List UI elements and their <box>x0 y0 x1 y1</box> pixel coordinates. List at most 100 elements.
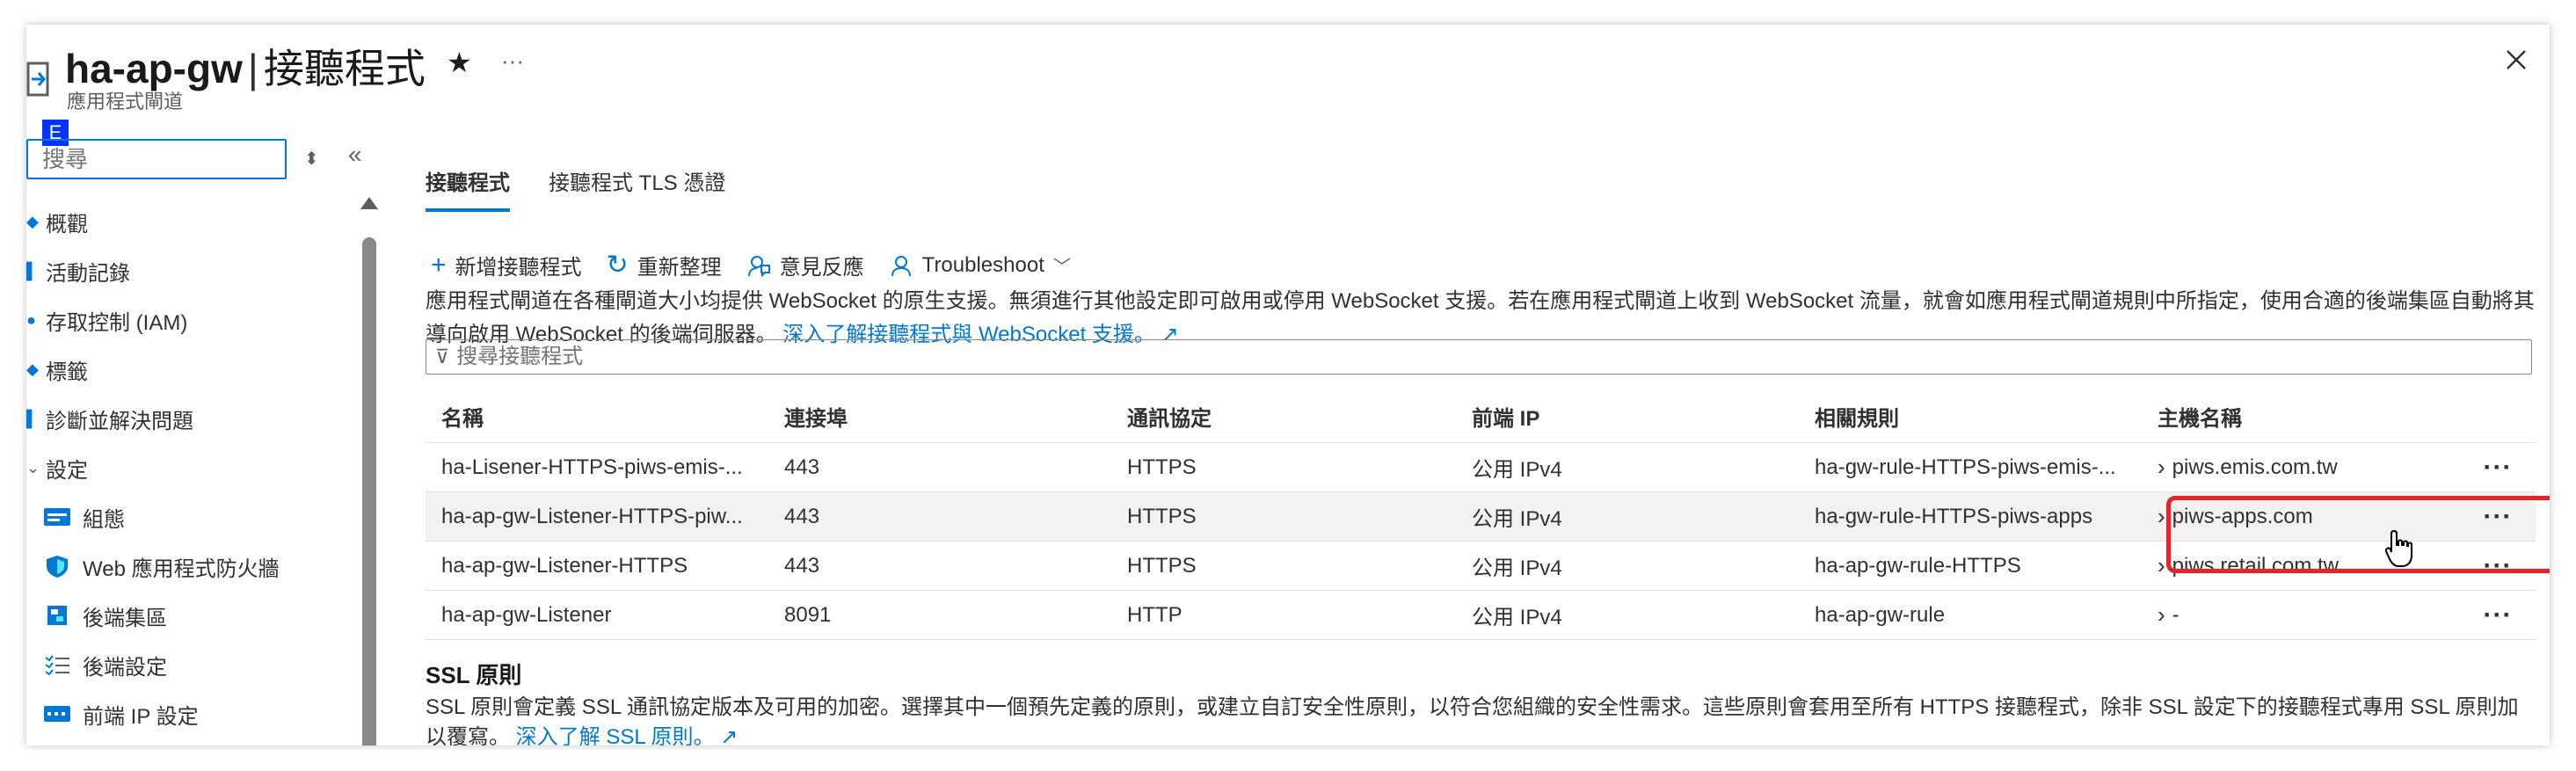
waf-shield-icon <box>47 556 68 578</box>
title-separator: | <box>247 46 258 91</box>
ssl-link-text: 深入了解 SSL 原則。 <box>515 725 715 746</box>
settings-section-icon: ⌄ <box>26 458 40 476</box>
column-header-rule[interactable]: 相關規則 <box>1799 401 2142 432</box>
scroll-up-icon[interactable] <box>360 197 378 209</box>
host-name: - <box>2172 602 2179 627</box>
sidebar-item-label: 前端 IP 設定 <box>83 704 199 729</box>
listener-search-input[interactable] <box>456 345 2531 369</box>
add-listener-button[interactable]: + 新增接聽程式 <box>431 250 582 280</box>
sidebar-item-activity-log[interactable]: ▌ 活動記錄 <box>26 246 360 295</box>
external-link-icon: ↗ <box>720 725 739 746</box>
column-header-port[interactable]: 連接埠 <box>768 401 1111 432</box>
sidebar-item-label: 存取控制 (IAM) <box>46 310 188 335</box>
cell-host: › piws.retail.com.tw <box>2142 552 2467 579</box>
sidebar-item-tags[interactable]: ◆ 標籤 <box>26 345 360 394</box>
host-name: piws.retail.com.tw <box>2172 553 2340 578</box>
sidebar-search-input[interactable] <box>42 145 285 173</box>
close-icon[interactable] <box>2500 44 2532 76</box>
overview-icon: ◆ <box>26 212 39 230</box>
row-more-button[interactable]: ··· <box>2467 553 2520 579</box>
sidebar-item-backend-settings[interactable]: 後端設定 <box>26 640 360 689</box>
cell-host: › piws-apps.com <box>2142 503 2467 530</box>
tab-listener-tls-certificates[interactable]: 接聽程式 TLS 憑證 <box>549 165 725 212</box>
table-row[interactable]: ha-ap-gw-Listener-HTTPS 443 HTTPS 公用 IPv… <box>426 542 2536 591</box>
troubleshoot-label: Troubleshoot <box>921 252 1044 277</box>
sidebar-item-waf[interactable]: Web 應用程式防火牆 <box>26 542 360 591</box>
cell-name[interactable]: ha-ap-gw-Listener-HTTPS <box>426 554 768 578</box>
cell-host: › piws.emis.com.tw <box>2142 454 2467 481</box>
chevron-right-icon[interactable]: › <box>2158 601 2165 629</box>
column-header-frontend-ip[interactable]: 前端 IP <box>1456 401 1799 432</box>
cell-rule[interactable]: ha-gw-rule-HTTPS-piws-apps <box>1799 505 2142 529</box>
frontend-ip-icon <box>44 706 70 722</box>
sidebar-item-label: 後端集區 <box>83 606 167 630</box>
star-icon[interactable]: ★ <box>447 46 472 79</box>
host-name: piws-apps.com <box>2172 504 2313 528</box>
row-more-button[interactable]: ··· <box>2467 602 2520 629</box>
sidebar-item-frontend-ip[interactable]: 前端 IP 設定 <box>26 689 360 738</box>
table-header: 名稱 連接埠 通訊協定 前端 IP 相關規則 主機名稱 <box>426 390 2536 443</box>
more-options-button[interactable]: ··· <box>501 47 524 75</box>
activity-log-icon: ▌ <box>26 261 38 280</box>
cell-name[interactable]: ha-ap-gw-Listener <box>426 603 768 628</box>
ssl-learn-more-link[interactable]: 深入了解 SSL 原則。 ↗ <box>516 725 739 746</box>
cell-rule[interactable]: ha-ap-gw-rule <box>1799 603 2142 628</box>
table-row[interactable]: ha-Lisener-HTTPS-piws-emis-... 443 HTTPS… <box>426 443 2536 492</box>
collapse-sidebar-icon[interactable]: « <box>348 141 362 169</box>
cell-port: 443 <box>784 553 820 578</box>
cell-name[interactable]: ha-Lisener-HTTPS-piws-emis-... <box>426 455 768 480</box>
sidebar-item-configuration[interactable]: 組態 <box>26 492 360 542</box>
row-more-button[interactable]: ··· <box>2467 455 2520 481</box>
sidebar-item-label: Web 應用程式防火牆 <box>83 556 280 581</box>
table-row[interactable]: ha-ap-gw-Listener 8091 HTTP 公用 IPv4 ha-a… <box>426 591 2536 640</box>
chevron-right-icon[interactable]: › <box>2158 552 2165 579</box>
tab-listeners[interactable]: 接聽程式 <box>426 165 510 212</box>
sidebar-item-diagnose[interactable]: ▌ 診斷並解決問題 <box>26 394 360 443</box>
cell-protocol: HTTPS <box>1127 553 1197 578</box>
feedback-icon <box>747 255 770 277</box>
sidebar-search[interactable] <box>26 139 287 179</box>
refresh-button[interactable]: ↻ 重新整理 <box>607 250 722 280</box>
sidebar-item-iam[interactable]: ● 存取控制 (IAM) <box>26 295 360 345</box>
sidebar-item-label: 標籤 <box>46 360 88 384</box>
sidebar-item-label: 概觀 <box>46 212 88 236</box>
cell-protocol: HTTPS <box>1127 455 1197 479</box>
listener-filter[interactable]: ⊽ <box>426 339 2532 375</box>
tag-icon: ◆ <box>26 360 39 378</box>
cell-frontend-ip: 公用 IPv4 <box>1472 458 1562 482</box>
column-header-name[interactable]: 名稱 <box>426 401 768 432</box>
scrollbar-thumb[interactable] <box>362 237 376 746</box>
chevron-down-icon: ﹀ <box>1052 258 1071 277</box>
expand-collapse-icon[interactable]: ⬍ <box>304 148 319 170</box>
websocket-info-text: 應用程式閘道在各種閘道大小均提供 WebSocket 的原生支援。無須進行其他設… <box>426 289 2535 346</box>
sidebar-item-overview[interactable]: ◆ 概觀 <box>26 197 360 246</box>
cell-name[interactable]: ha-ap-gw-Listener-HTTPS-piw... <box>426 505 768 529</box>
add-icon: + <box>431 250 447 280</box>
command-bar: + 新增接聽程式 ↻ 重新整理 意見反應 Troubleshoot ﹀ <box>431 250 1071 280</box>
chevron-right-icon[interactable]: › <box>2158 454 2165 481</box>
cell-frontend-ip: 公用 IPv4 <box>1472 556 1562 580</box>
table-row[interactable]: ha-ap-gw-Listener-HTTPS-piw... 443 HTTPS… <box>426 492 2536 542</box>
sidebar-scrollbar[interactable] <box>360 197 378 746</box>
feedback-button[interactable]: 意見反應 <box>746 250 864 280</box>
column-header-host[interactable]: 主機名稱 <box>2142 401 2467 432</box>
cell-rule[interactable]: ha-ap-gw-rule-HTTPS <box>1799 554 2142 578</box>
sidebar-item-label: 活動記錄 <box>46 261 130 286</box>
refresh-label: 重新整理 <box>637 256 722 280</box>
refresh-icon: ↻ <box>606 250 629 280</box>
chevron-right-icon[interactable]: › <box>2158 503 2165 530</box>
ssl-policy-description: SSL 原則會定義 SSL 通訊協定版本及可用的加密。選擇其中一個預先定義的原則… <box>426 693 2536 746</box>
iam-icon: ● <box>26 310 36 329</box>
resource-name: ha-ap-gw <box>65 46 243 91</box>
row-more-button[interactable]: ··· <box>2467 504 2520 530</box>
cell-frontend-ip: 公用 IPv4 <box>1472 606 1562 629</box>
configuration-icon <box>44 508 70 526</box>
sidebar-section-settings[interactable]: ⌄ 設定 <box>26 443 360 492</box>
resource-type: 應用程式閘道 <box>67 91 184 113</box>
sidebar-item-backend-pools[interactable]: 後端集區 <box>26 591 360 640</box>
cell-rule[interactable]: ha-gw-rule-HTTPS-piws-emis-... <box>1799 455 2142 480</box>
troubleshoot-button[interactable]: Troubleshoot ﹀ <box>889 252 1071 278</box>
add-listener-label: 新增接聽程式 <box>455 256 582 280</box>
cell-port: 8091 <box>784 602 832 627</box>
column-header-protocol[interactable]: 通訊協定 <box>1111 401 1456 432</box>
